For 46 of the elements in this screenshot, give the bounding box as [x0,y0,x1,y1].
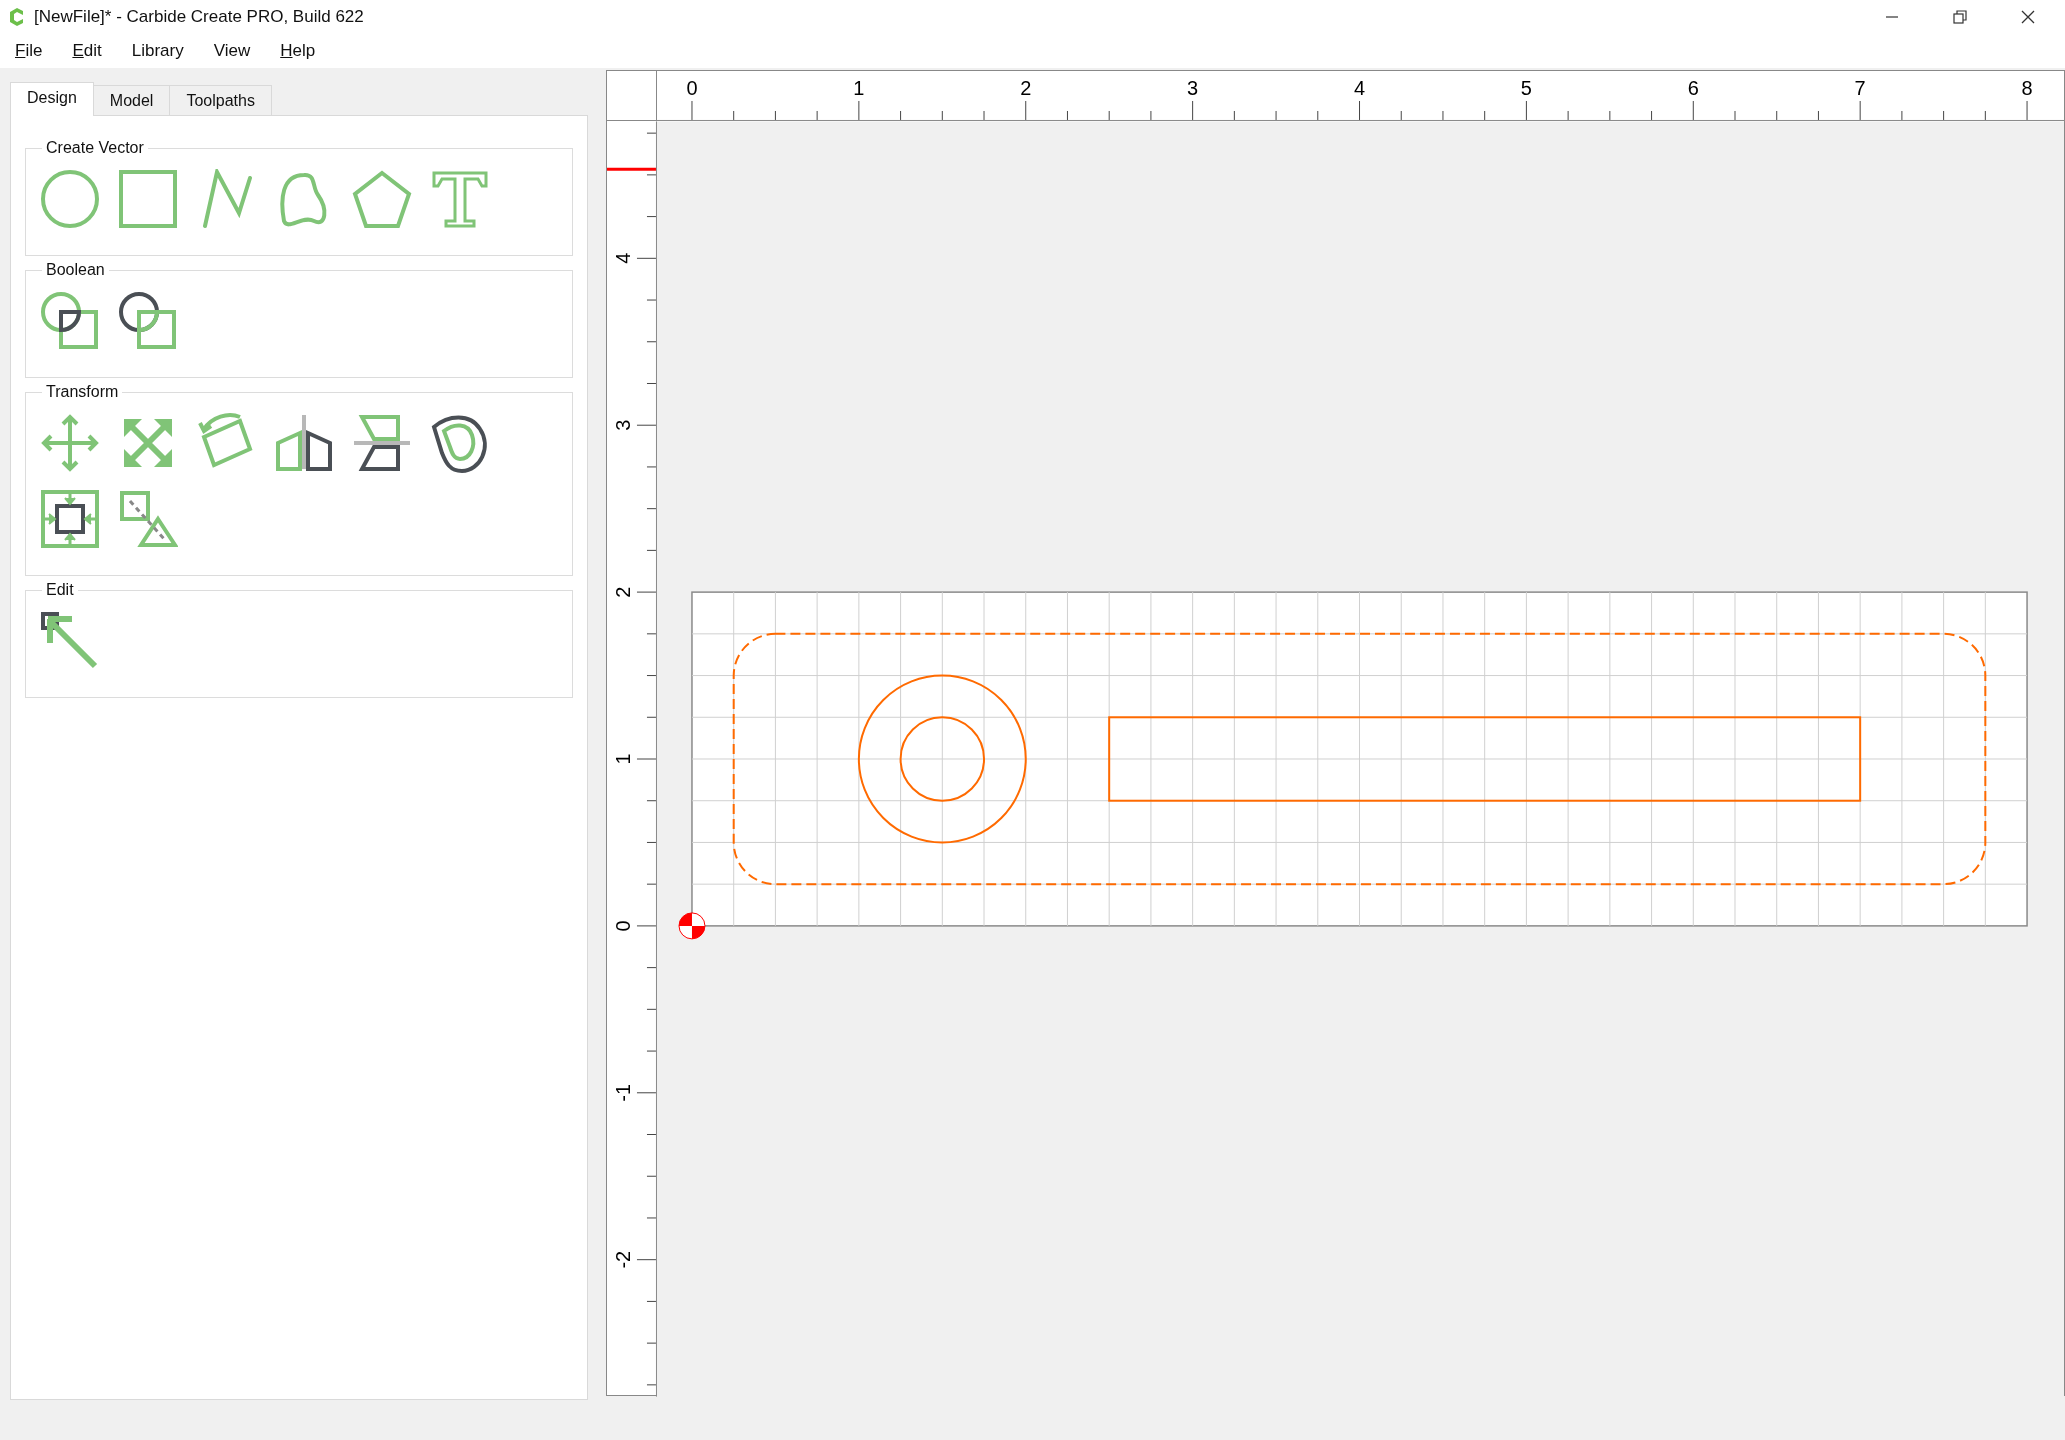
menu-item[interactable]: Edit [72,38,102,64]
pentagon-icon[interactable] [352,169,412,229]
circle-icon[interactable] [40,169,100,229]
cursor-marker [607,167,656,171]
flip-shapes-icon[interactable] [352,413,412,473]
ruler-label: 7 [1854,77,1866,99]
ruler-label: 2 [1020,77,1032,99]
close-icon[interactable] [2020,9,2036,25]
ruler-label: 4 [1353,77,1366,99]
offset-outline-icon[interactable] [430,413,490,473]
menu-item[interactable]: Help [280,38,316,64]
serif-t-icon[interactable] [430,169,490,229]
ruler-label: 3 [1187,77,1199,99]
ruler-label: 1 [612,753,634,765]
ruler-label: -1 [612,1083,634,1102]
circle-square-overlap-icon[interactable] [40,291,100,351]
mirror-shapes-icon[interactable] [274,413,334,473]
ruler-label: 8 [2021,77,2033,99]
menu-item[interactable]: Library [131,38,184,64]
menu-item[interactable]: File [15,38,43,64]
ruler-label: 2 [612,586,634,598]
dashed-rounded-rectangle[interactable] [732,632,1987,886]
menu-item[interactable]: View [213,38,251,64]
circle-shape[interactable] [899,716,985,802]
ruler-label: 3 [612,419,634,431]
ruler-label: 6 [1687,77,1699,99]
ruler-label: 5 [1520,77,1532,99]
ruler-label: 0 [686,77,698,99]
square-icon[interactable] [118,169,178,229]
contract-square-icon[interactable] [40,489,100,549]
circle-square-overlap-icon[interactable] [118,291,178,351]
ruler-label: 0 [612,920,634,932]
square-triangle-icon[interactable] [118,489,178,549]
ruler-label: 4 [612,252,634,264]
tab[interactable]: Toolpaths [169,85,272,116]
ruler-label: 1 [853,77,865,99]
ruler-label: -2 [612,1250,634,1269]
window-title: [NewFile]* - Carbide Create PRO, Build 622 [34,6,364,29]
edit-pointer-icon[interactable] [40,611,100,671]
move-arrows-icon[interactable] [40,413,100,473]
app-logo-icon [8,7,26,27]
tab[interactable]: Design [10,82,94,116]
restore-icon[interactable] [1952,9,1968,25]
circle-shape[interactable] [857,674,1027,844]
origin-marker-icon [678,912,706,940]
rectangle-shape[interactable] [1108,716,1862,802]
